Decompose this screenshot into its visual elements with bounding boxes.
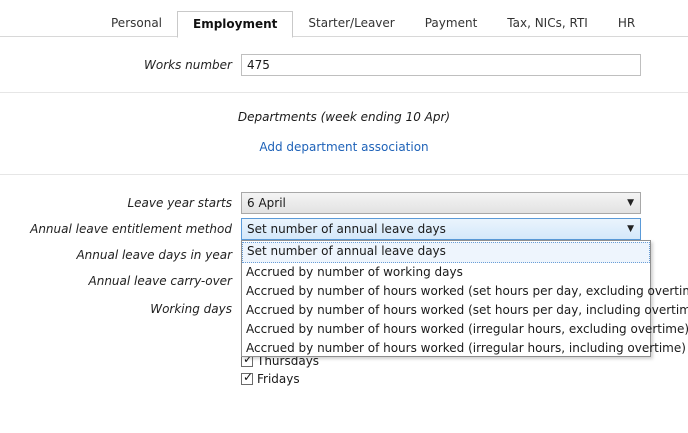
chevron-down-icon: ▼ xyxy=(627,198,634,208)
dropdown-option[interactable]: Set number of annual leave days xyxy=(242,242,650,263)
annual-leave-days-label: Annual leave days in year xyxy=(76,248,232,262)
tab-divider xyxy=(0,36,688,37)
dropdown-option[interactable]: Accrued by number of hours worked (set h… xyxy=(242,282,688,301)
leave-year-label: Leave year starts xyxy=(127,196,232,210)
add-department-link[interactable]: Add department association xyxy=(259,140,428,154)
tab-bar: Personal Employment Starter/Leaver Payme… xyxy=(96,11,650,38)
entitlement-method-dropdown: Set number of annual leave days Accrued … xyxy=(241,240,688,358)
entitlement-method-label: Annual leave entitlement method xyxy=(30,222,232,236)
section-divider xyxy=(0,174,688,175)
tab-hr[interactable]: HR xyxy=(603,11,650,36)
tab-payment[interactable]: Payment xyxy=(410,11,493,36)
fridays-row: ✓ Fridays xyxy=(241,370,300,387)
checkmark-icon: ✓ xyxy=(243,370,254,384)
departments-heading: Departments (week ending 10 Apr) xyxy=(237,110,451,124)
fridays-label: Fridays xyxy=(257,372,300,386)
works-number-label: Works number xyxy=(144,58,232,72)
dropdown-option[interactable]: Accrued by number of hours worked (irreg… xyxy=(242,320,688,339)
dropdown-option[interactable]: Accrued by number of working days xyxy=(242,263,650,282)
entitlement-method-value: Set number of annual leave days xyxy=(247,222,446,236)
leave-year-select[interactable]: 6 April ▼ xyxy=(241,192,641,214)
section-divider xyxy=(0,92,688,93)
carry-over-label: Annual leave carry-over xyxy=(88,274,232,288)
tab-personal[interactable]: Personal xyxy=(96,11,177,36)
tab-employment[interactable]: Employment xyxy=(177,11,294,38)
entitlement-method-select[interactable]: Set number of annual leave days ▼ xyxy=(241,218,641,240)
add-department-wrapper: Add department association xyxy=(0,140,688,154)
working-days-label: Working days xyxy=(150,302,232,316)
dropdown-option[interactable]: Accrued by number of hours worked (set h… xyxy=(242,301,688,320)
works-number-input[interactable]: 475 xyxy=(241,54,641,76)
chevron-down-icon: ▼ xyxy=(627,224,634,234)
fridays-checkbox[interactable]: ✓ xyxy=(241,370,254,385)
dropdown-option[interactable]: Accrued by number of hours worked (irreg… xyxy=(242,339,686,358)
tab-starter-leaver[interactable]: Starter/Leaver xyxy=(293,11,409,36)
tab-tax-nics-rti[interactable]: Tax, NICs, RTI xyxy=(492,11,603,36)
leave-year-value: 6 April xyxy=(247,196,286,210)
